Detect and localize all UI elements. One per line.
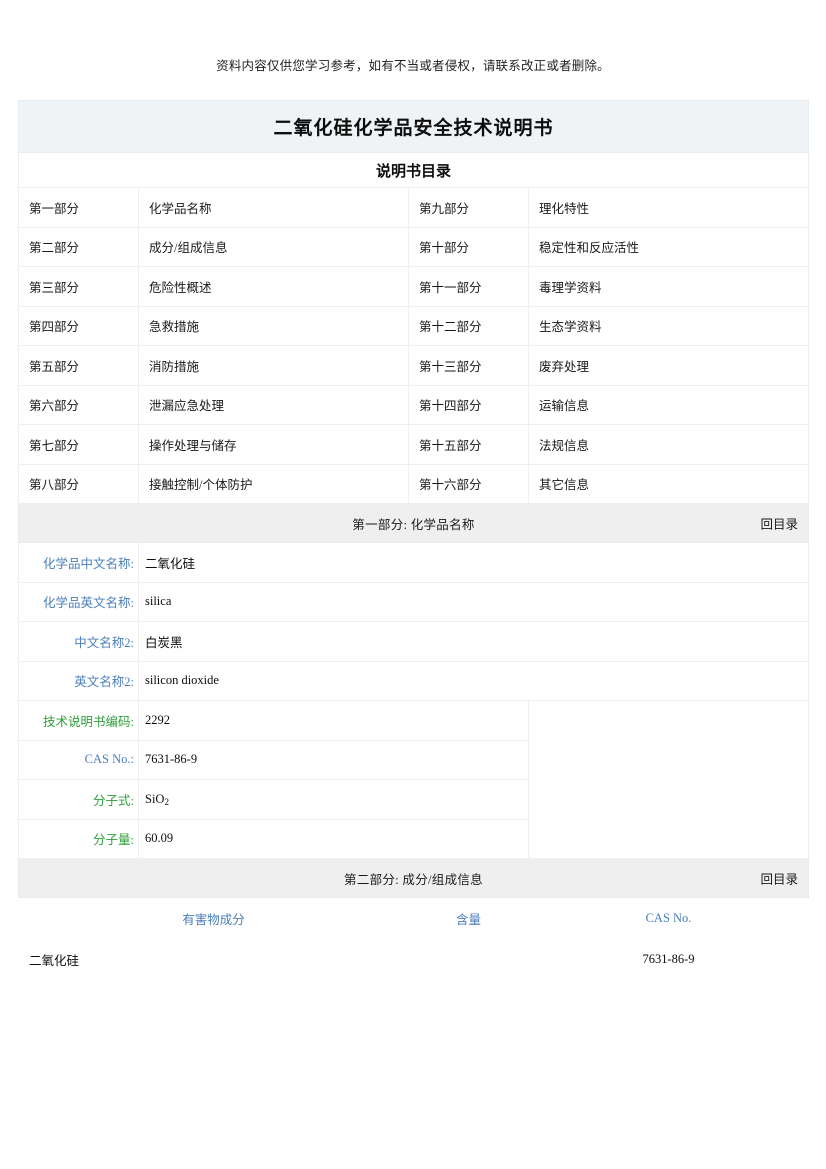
field-label: 英文名称2: — [19, 661, 139, 701]
toc-part-number: 第十五部分 — [409, 425, 529, 465]
toc-title: 说明书目录 — [19, 153, 809, 188]
toc-part-name[interactable]: 急救措施 — [139, 306, 409, 346]
table-row: 英文名称2: silicon dioxide — [19, 661, 809, 701]
field-label: 技术说明书编码: — [19, 701, 139, 741]
field-value-formula: SiO2 — [139, 780, 529, 820]
toc-part-name[interactable]: 成分/组成信息 — [139, 227, 409, 267]
toc-part-name[interactable]: 操作处理与储存 — [139, 425, 409, 465]
field-label-text: 中文名称2: — [74, 636, 134, 650]
table-row[interactable]: 第七部分 操作处理与储存 第十五部分 法规信息 — [19, 425, 809, 465]
toc-part-number: 第十部分 — [409, 227, 529, 267]
toc-part-number: 第四部分 — [19, 306, 139, 346]
toc-part-number: 第七部分 — [19, 425, 139, 465]
field-label: CAS No.: — [19, 740, 139, 780]
column-header-component: 有害物成分 — [19, 898, 409, 939]
toc-part-number: 第六部分 — [19, 385, 139, 425]
table-row: 中文名称2: 白炭黑 — [19, 622, 809, 662]
field-value: 白炭黑 — [139, 622, 809, 662]
toc-part-name[interactable]: 生态学资料 — [529, 306, 809, 346]
field-label-text: 英文名称2: — [74, 675, 134, 689]
field-label: 分子式: — [19, 780, 139, 820]
table-row: 技术说明书编码: 2292 — [19, 701, 809, 741]
toc-part-name[interactable]: 理化特性 — [529, 188, 809, 228]
column-header-content: 含量 — [409, 898, 529, 939]
toc-part-name[interactable]: 危险性概述 — [139, 267, 409, 307]
table-row[interactable]: 第五部分 消防措施 第十三部分 废弃处理 — [19, 346, 809, 386]
toc-part-name[interactable]: 接触控制/个体防护 — [139, 464, 409, 504]
section-header-row-2: 第二部分: 成分/组成信息 回目录 — [19, 859, 809, 898]
field-value: silicon dioxide — [139, 661, 809, 701]
field-label: 中文名称2: — [19, 622, 139, 662]
toc-part-number: 第十三部分 — [409, 346, 529, 386]
field-value: 60.09 — [139, 819, 529, 859]
toc-part-number: 第十二部分 — [409, 306, 529, 346]
field-label: 化学品英文名称: — [19, 582, 139, 622]
field-value: 7631-86-9 — [139, 740, 529, 780]
table-row: 化学品英文名称: silica — [19, 582, 809, 622]
formula-si-o: SiO — [145, 792, 164, 806]
cell-content — [409, 939, 529, 980]
toc-part-name[interactable]: 稳定性和反应活性 — [529, 227, 809, 267]
composition-header-row: 有害物成分 含量 CAS No. — [19, 898, 809, 939]
toc-part-number: 第一部分 — [19, 188, 139, 228]
table-row[interactable]: 第六部分 泄漏应急处理 第十四部分 运输信息 — [19, 385, 809, 425]
document-page: 资料内容仅供您学习参考，如有不当或者侵权，请联系改正或者删除。 二氧化硅化学品安… — [0, 0, 826, 1169]
section-title: 第二部分: 成分/组成信息 — [344, 869, 483, 888]
field-label-text: 化学品英文名称: — [43, 596, 134, 610]
back-to-toc-link[interactable]: 回目录 — [761, 514, 799, 533]
field-label: 化学品中文名称: — [19, 543, 139, 583]
toc-part-name[interactable]: 法规信息 — [529, 425, 809, 465]
toc-part-number: 第三部分 — [19, 267, 139, 307]
field-label-text: 分子式: — [93, 794, 134, 808]
msds-table: 二氧化硅化学品安全技术说明书 说明书目录 第一部分 化学品名称 第九部分 理化特… — [18, 100, 809, 1073]
page-title: 二氧化硅化学品安全技术说明书 — [19, 101, 809, 153]
table-row: 化学品中文名称: 二氧化硅 — [19, 543, 809, 583]
toc-part-number: 第九部分 — [409, 188, 529, 228]
field-label-text: CAS No.: — [85, 752, 134, 766]
composition-empty-space — [19, 980, 809, 1073]
field-value: silica — [139, 582, 809, 622]
table-row: 二氧化硅 7631-86-9 — [19, 939, 809, 980]
table-row[interactable]: 第四部分 急救措施 第十二部分 生态学资料 — [19, 306, 809, 346]
table-row[interactable]: 第一部分 化学品名称 第九部分 理化特性 — [19, 188, 809, 228]
empty-cell — [19, 980, 809, 1073]
section-title: 第一部分: 化学品名称 — [352, 514, 474, 533]
back-to-toc-link[interactable]: 回目录 — [761, 869, 799, 888]
toc-part-number: 第八部分 — [19, 464, 139, 504]
table-row[interactable]: 第八部分 接触控制/个体防护 第十六部分 其它信息 — [19, 464, 809, 504]
field-label: 分子量: — [19, 819, 139, 859]
column-header-cas: CAS No. — [529, 898, 809, 939]
table-row[interactable]: 第二部分 成分/组成信息 第十部分 稳定性和反应活性 — [19, 227, 809, 267]
toc-part-name[interactable]: 废弃处理 — [529, 346, 809, 386]
toc-part-number: 第五部分 — [19, 346, 139, 386]
document-title-row: 二氧化硅化学品安全技术说明书 — [19, 101, 809, 153]
toc-title-row: 说明书目录 — [19, 153, 809, 188]
cell-cas-no: 7631-86-9 — [529, 939, 809, 980]
toc-part-number: 第十一部分 — [409, 267, 529, 307]
cell-component: 二氧化硅 — [19, 939, 409, 980]
toc-part-name[interactable]: 消防措施 — [139, 346, 409, 386]
disclaimer-text: 资料内容仅供您学习参考，如有不当或者侵权，请联系改正或者删除。 — [0, 58, 826, 74]
field-label-text: 化学品中文名称: — [43, 557, 134, 571]
table-row[interactable]: 第三部分 危险性概述 第十一部分 毒理学资料 — [19, 267, 809, 307]
formula-subscript: 2 — [164, 797, 169, 807]
toc-part-name[interactable]: 其它信息 — [529, 464, 809, 504]
toc-part-number: 第十四部分 — [409, 385, 529, 425]
toc-part-number: 第十六部分 — [409, 464, 529, 504]
section-header-row-1: 第一部分: 化学品名称 回目录 — [19, 504, 809, 543]
field-value: 2292 — [139, 701, 529, 741]
field-value: 二氧化硅 — [139, 543, 809, 583]
section-header-cell: 第一部分: 化学品名称 回目录 — [19, 504, 809, 543]
empty-cell — [529, 701, 809, 859]
toc-part-name[interactable]: 化学品名称 — [139, 188, 409, 228]
field-label-text: 技术说明书编码: — [43, 715, 134, 729]
toc-part-number: 第二部分 — [19, 227, 139, 267]
toc-part-name[interactable]: 泄漏应急处理 — [139, 385, 409, 425]
toc-part-name[interactable]: 毒理学资料 — [529, 267, 809, 307]
field-label-text: 分子量: — [93, 833, 134, 847]
toc-part-name[interactable]: 运输信息 — [529, 385, 809, 425]
section-header-cell: 第二部分: 成分/组成信息 回目录 — [19, 859, 809, 898]
